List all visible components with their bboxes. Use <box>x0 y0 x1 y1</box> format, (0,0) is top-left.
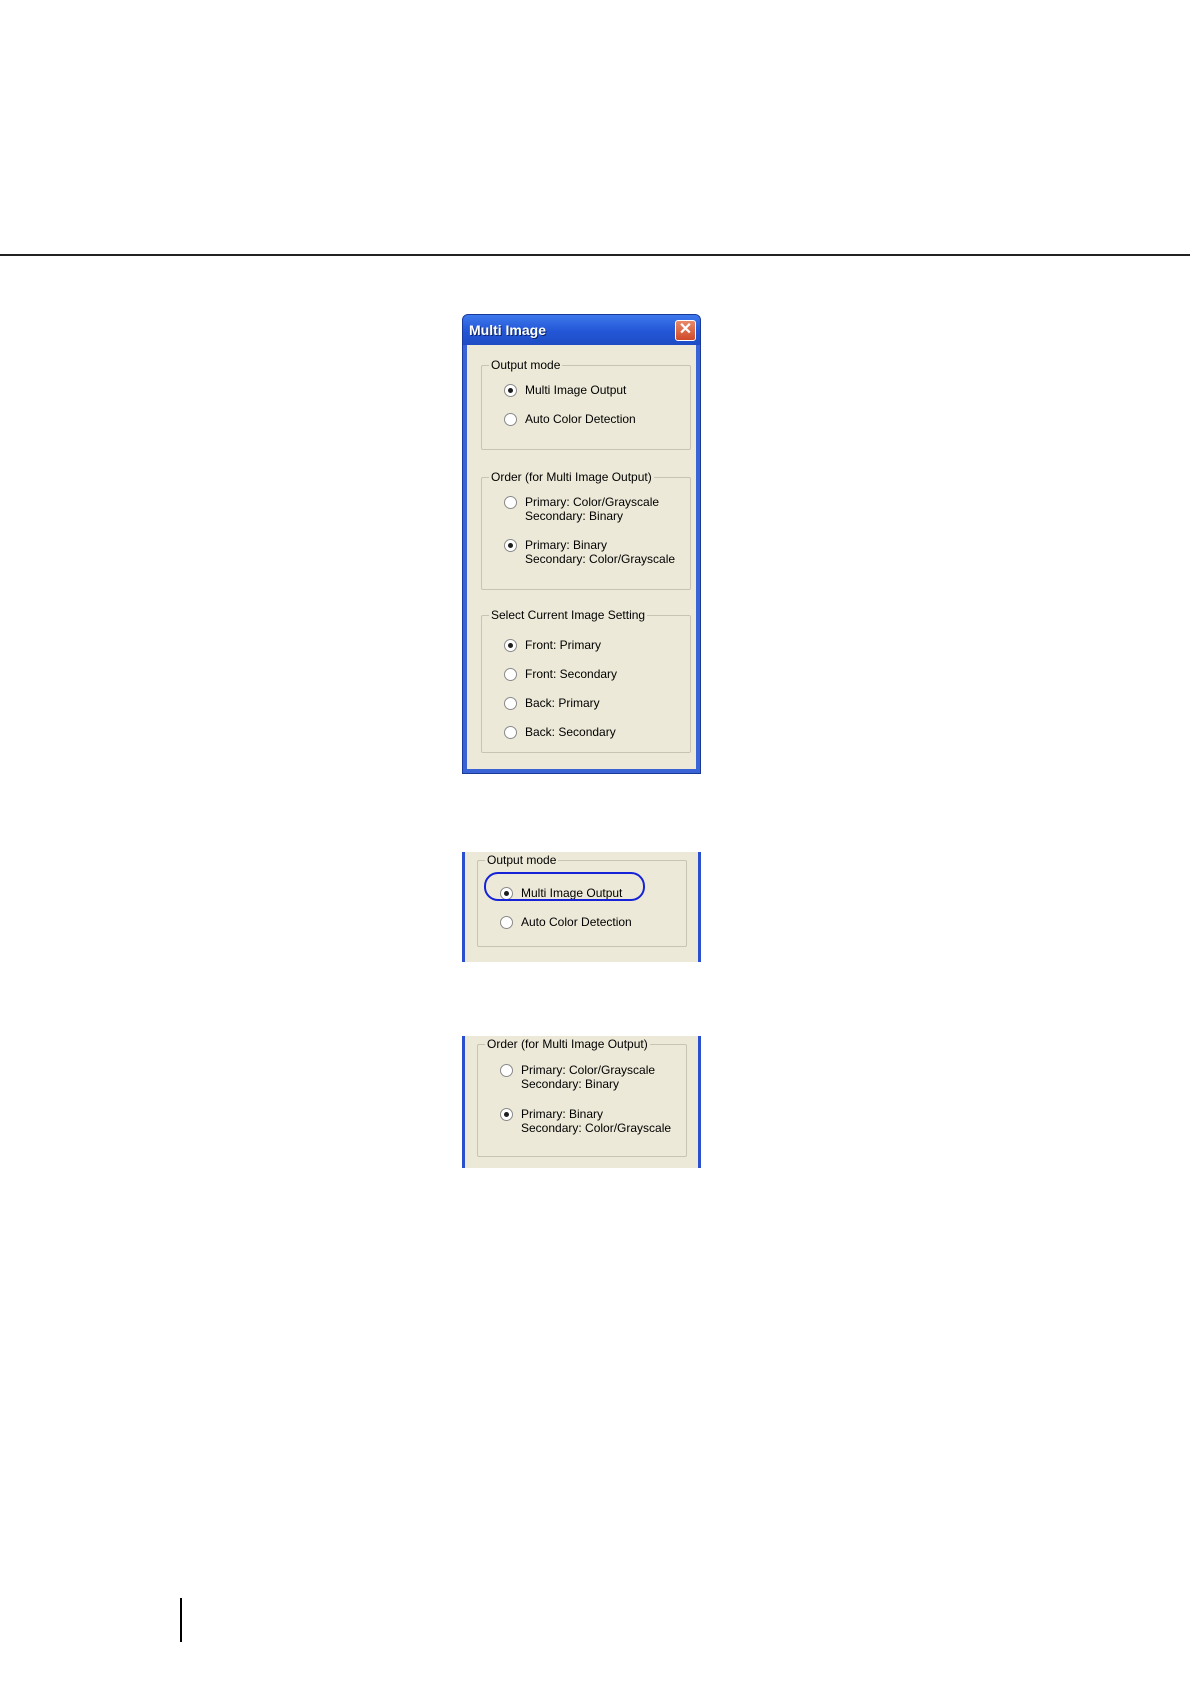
order-group-crop: Order (for Multi Image Output) Primary: … <box>477 1037 687 1157</box>
radio-label-line1: Primary: Binary <box>521 1107 604 1121</box>
radio-primary-binary-secondary-color[interactable]: Primary: Binary Secondary: Color/Graysca… <box>500 1107 671 1135</box>
radio-label: Primary: Color/Grayscale Secondary: Bina… <box>525 495 659 523</box>
order-legend: Order (for Multi Image Output) <box>485 1037 650 1051</box>
current-setting-legend: Select Current Image Setting <box>489 608 648 622</box>
radio-back-secondary[interactable]: Back: Secondary <box>504 725 616 739</box>
radio-front-secondary[interactable]: Front: Secondary <box>504 667 617 681</box>
radio-primary-color-secondary-binary[interactable]: Primary: Color/Grayscale Secondary: Bina… <box>504 495 659 523</box>
radio-unchecked-icon[interactable] <box>504 697 517 710</box>
footer-margin-bar <box>180 1598 182 1642</box>
radio-primary-binary-secondary-color[interactable]: Primary: Binary Secondary: Color/Graysca… <box>504 538 675 566</box>
highlight-oval <box>484 872 645 901</box>
current-setting-group: Select Current Image Setting Front: Prim… <box>481 608 691 753</box>
radio-unchecked-icon[interactable] <box>504 668 517 681</box>
radio-label: Primary: Binary Secondary: Color/Graysca… <box>525 538 675 566</box>
radio-multi-image-output[interactable]: Multi Image Output <box>504 383 626 397</box>
dialog-title: Multi Image <box>469 322 547 338</box>
radio-checked-icon[interactable] <box>500 1108 513 1121</box>
header-rule <box>0 254 1190 256</box>
radio-label-line1: Primary: Binary <box>525 538 608 552</box>
radio-unchecked-icon[interactable] <box>500 916 513 929</box>
radio-label: Back: Primary <box>525 696 600 710</box>
radio-label: Auto Color Detection <box>525 412 636 426</box>
radio-label-line1: Primary: Color/Grayscale <box>525 495 660 509</box>
output-mode-crop-panel: Output mode Multi Image Output Auto Colo… <box>462 852 701 962</box>
radio-unchecked-icon[interactable] <box>500 1064 513 1077</box>
radio-auto-color-detection[interactable]: Auto Color Detection <box>504 412 636 426</box>
radio-label: Primary: Binary Secondary: Color/Graysca… <box>521 1107 671 1135</box>
radio-label-line2: Secondary: Binary <box>521 1077 620 1091</box>
radio-label-line2: Secondary: Binary <box>525 509 624 523</box>
title-bar[interactable]: Multi Image ✕ <box>463 315 700 345</box>
radio-front-primary[interactable]: Front: Primary <box>504 638 601 652</box>
radio-checked-icon[interactable] <box>504 639 517 652</box>
radio-checked-icon[interactable] <box>504 539 517 552</box>
output-mode-legend: Output mode <box>489 358 563 372</box>
radio-auto-color-detection[interactable]: Auto Color Detection <box>500 915 632 929</box>
radio-label: Primary: Color/Grayscale Secondary: Bina… <box>521 1063 655 1091</box>
radio-label: Front: Primary <box>525 638 602 652</box>
radio-primary-color-secondary-binary[interactable]: Primary: Color/Grayscale Secondary: Bina… <box>500 1063 655 1091</box>
radio-unchecked-icon[interactable] <box>504 726 517 739</box>
output-mode-group: Output mode Multi Image Output Auto Colo… <box>481 358 691 450</box>
multi-image-dialog: Multi Image ✕ Output mode Multi Image Ou… <box>462 314 701 774</box>
dialog-client-area: Output mode Multi Image Output Auto Colo… <box>467 345 696 769</box>
radio-label-line2: Secondary: Color/Grayscale <box>525 552 676 566</box>
radio-unchecked-icon[interactable] <box>504 496 517 509</box>
order-group: Order (for Multi Image Output) Primary: … <box>481 470 691 590</box>
radio-label: Back: Secondary <box>525 725 616 739</box>
radio-unchecked-icon[interactable] <box>504 413 517 426</box>
radio-label: Multi Image Output <box>525 383 627 397</box>
radio-checked-icon[interactable] <box>504 384 517 397</box>
radio-label-line1: Primary: Color/Grayscale <box>521 1063 656 1077</box>
radio-back-primary[interactable]: Back: Primary <box>504 696 600 710</box>
output-mode-legend: Output mode <box>485 853 559 867</box>
radio-label: Front: Secondary <box>525 667 618 681</box>
order-crop-panel: Order (for Multi Image Output) Primary: … <box>462 1036 701 1168</box>
radio-label: Auto Color Detection <box>521 915 632 929</box>
order-legend: Order (for Multi Image Output) <box>489 470 654 484</box>
radio-label-line2: Secondary: Color/Grayscale <box>521 1121 672 1135</box>
close-icon[interactable]: ✕ <box>675 320 696 341</box>
